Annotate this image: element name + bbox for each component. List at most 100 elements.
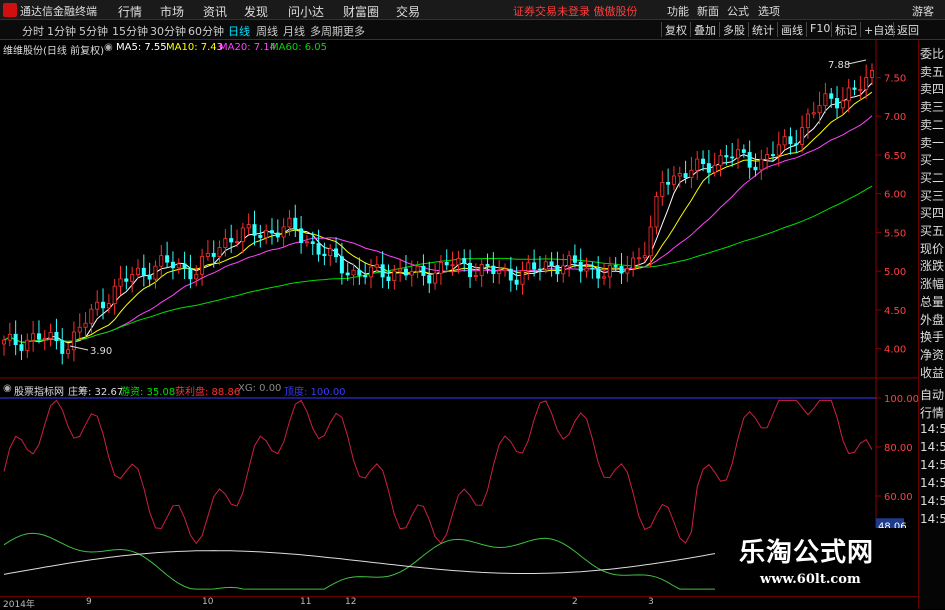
candle-body bbox=[619, 266, 624, 274]
candle-body bbox=[141, 267, 146, 276]
candle-body bbox=[339, 256, 344, 274]
candle-body bbox=[736, 149, 741, 159]
candle-body bbox=[66, 349, 71, 354]
candle-body bbox=[357, 269, 362, 276]
candle-body bbox=[2, 339, 7, 345]
candle-body bbox=[19, 344, 24, 351]
candle-body bbox=[363, 274, 368, 278]
candle-body bbox=[508, 268, 513, 281]
candle-body bbox=[200, 256, 205, 275]
indicator-toggle-icon[interactable]: ◉ bbox=[3, 383, 12, 394]
candle-body bbox=[613, 264, 618, 267]
candle-body bbox=[840, 100, 845, 109]
candle-body bbox=[770, 154, 775, 156]
side-panel-item[interactable]: 涨跌 bbox=[920, 257, 944, 274]
y-axis-label: 6.00 bbox=[884, 190, 906, 201]
candle-body bbox=[747, 152, 752, 168]
date-label: 3 bbox=[648, 597, 654, 607]
candle-body bbox=[858, 88, 863, 91]
candle-body bbox=[89, 308, 94, 324]
side-panel-item[interactable]: 买二 bbox=[920, 169, 944, 186]
indicator-zhuangchou: 庄筹: 32.67 bbox=[68, 387, 124, 398]
candle-body bbox=[101, 301, 106, 309]
candle-body bbox=[631, 257, 636, 269]
side-panel-item[interactable]: 总量 bbox=[920, 293, 944, 310]
side-panel-item[interactable]: 买五 bbox=[920, 222, 944, 239]
candle-body bbox=[415, 265, 420, 272]
side-panel-time: 14:5 bbox=[920, 422, 945, 436]
side-panel-item[interactable]: 买一 bbox=[920, 151, 944, 168]
side-panel-time: 14:5 bbox=[920, 494, 945, 508]
side-panel-item[interactable]: 卖五 bbox=[920, 63, 944, 80]
candle-body bbox=[811, 112, 816, 115]
candle-body bbox=[677, 173, 682, 177]
candle-body bbox=[572, 255, 577, 263]
candle-body bbox=[730, 156, 735, 159]
candle-body bbox=[835, 97, 840, 109]
candle-body bbox=[7, 333, 12, 341]
side-panel-item[interactable]: 收益 bbox=[920, 364, 944, 381]
high-mark-arrow bbox=[847, 59, 867, 65]
candle-body bbox=[485, 264, 490, 267]
candle-body bbox=[281, 226, 286, 238]
side-panel-item[interactable]: 委比 bbox=[920, 45, 944, 62]
ma20-line bbox=[3, 115, 873, 343]
candle-body bbox=[718, 155, 723, 166]
candle-body bbox=[543, 261, 548, 270]
indicator-y-label: 100.00 bbox=[884, 394, 918, 405]
candle-body bbox=[421, 265, 426, 276]
date-label: 10 bbox=[202, 597, 214, 607]
candle-body bbox=[450, 264, 455, 267]
candle-body bbox=[211, 253, 216, 257]
candle-body bbox=[60, 340, 65, 354]
watermark: 乐淘公式网 www.60lt.com bbox=[715, 528, 918, 596]
side-panel-item[interactable]: 现价 bbox=[920, 240, 944, 257]
candle-body bbox=[83, 322, 88, 328]
side-panel-item[interactable]: 卖二 bbox=[920, 116, 944, 133]
candle-body bbox=[590, 267, 595, 270]
candle-body bbox=[514, 279, 519, 285]
candle-body bbox=[398, 268, 403, 272]
candle-body bbox=[817, 105, 822, 114]
candle-body bbox=[374, 264, 379, 268]
candle-body bbox=[135, 267, 140, 275]
chart-canvas[interactable]: 7.50 7.00 6.50 6.00 5.50 5.00 4.50 4.00 100.00 8… bbox=[0, 0, 918, 596]
candle-body bbox=[54, 331, 59, 341]
candle-body bbox=[159, 255, 164, 267]
indicator-xg: XG: 0.00 bbox=[238, 383, 282, 394]
candle-body bbox=[846, 87, 851, 102]
candle-body bbox=[252, 224, 257, 236]
side-panel-item[interactable]: 外盘 bbox=[920, 311, 944, 328]
profit-line bbox=[3, 399, 873, 545]
indicator-profit: 获利盘: 88.86 bbox=[175, 387, 241, 398]
candle-body bbox=[479, 264, 484, 276]
candle-body bbox=[660, 181, 665, 197]
side-panel-item[interactable]: 涨幅 bbox=[920, 275, 944, 292]
side-panel-item[interactable]: 买四 bbox=[920, 204, 944, 221]
side-panel-item[interactable]: 买三 bbox=[920, 187, 944, 204]
side-panel-item[interactable]: 净资 bbox=[920, 346, 944, 363]
candle-body bbox=[269, 230, 274, 234]
candle-body bbox=[25, 339, 30, 351]
date-label: 11 bbox=[300, 597, 312, 607]
candle-body bbox=[176, 263, 181, 269]
candle-body bbox=[392, 270, 397, 282]
candle-body bbox=[829, 93, 834, 99]
candle-body bbox=[788, 136, 793, 145]
side-panel-item[interactable]: 卖四 bbox=[920, 80, 944, 97]
candle-body bbox=[328, 248, 333, 257]
candle-body bbox=[666, 181, 671, 185]
watermark-title: 乐淘公式网 bbox=[739, 538, 875, 568]
y-axis-label: 7.00 bbox=[884, 112, 906, 123]
side-panel-item[interactable]: 卖三 bbox=[920, 98, 944, 115]
side-panel-time: 行情 bbox=[920, 406, 945, 420]
side-panel-time: 14:5 bbox=[920, 458, 945, 472]
candle-body bbox=[497, 270, 502, 274]
candle-body bbox=[409, 271, 414, 276]
candle-body bbox=[147, 274, 152, 280]
side-panel-time: 自动 bbox=[920, 388, 945, 402]
candle-body bbox=[596, 268, 601, 279]
side-panel-item[interactable]: 换手 bbox=[920, 328, 944, 345]
side-panel-item[interactable]: 卖一 bbox=[920, 134, 944, 151]
candle-body bbox=[712, 164, 717, 173]
